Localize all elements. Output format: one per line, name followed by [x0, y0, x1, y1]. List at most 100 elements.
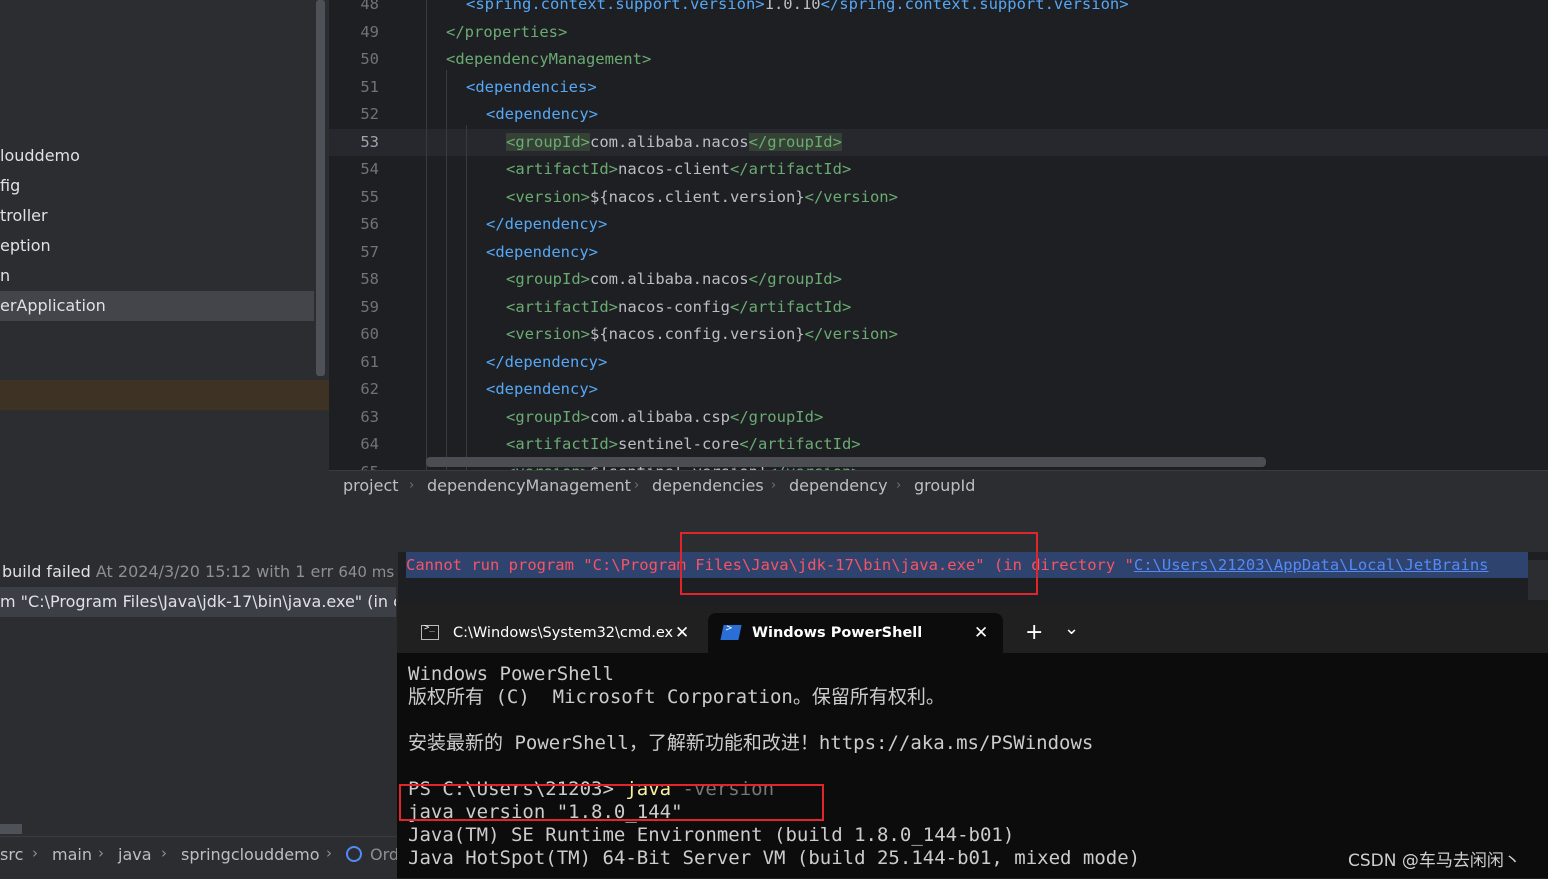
line-number: 60: [360, 325, 379, 343]
path-java[interactable]: java: [118, 845, 152, 864]
code-text: <dependency>: [486, 239, 598, 267]
close-icon[interactable]: ✕: [675, 613, 689, 653]
line-number: 65: [329, 459, 379, 471]
code-text: <dependency>: [486, 376, 598, 404]
xml-tag: </groupId>: [748, 132, 842, 151]
breadcrumb-separator: ›: [409, 478, 415, 493]
code-text: <spring.context.support.version>1.0.10</…: [466, 0, 1129, 19]
line-number: 61: [360, 352, 379, 371]
path-springclouddemo[interactable]: springclouddemo: [181, 845, 320, 864]
code-line: 48 <spring.context.support.version>1.0.10…: [329, 0, 1548, 19]
xml-tag: <groupId>: [506, 132, 590, 151]
tree-item[interactable]: erApplication: [0, 291, 314, 321]
indent-guide: [446, 70, 447, 470]
tree-item[interactable]: eption: [0, 231, 51, 261]
breadcrumb-dependencies[interactable]: dependencies: [652, 471, 764, 501]
build-error-item[interactable]: m "C:\Program Files\Java\jdk-17\bin\java…: [0, 587, 396, 617]
xml-tag: </properties>: [446, 22, 568, 41]
tab-powershell-label: Windows PowerShell: [752, 625, 923, 641]
error-path-link[interactable]: C:\Users\21203\AppData\Local\JetBrains: [1134, 556, 1489, 574]
code-line: 63 <groupId>com.alibaba.csp</groupId>: [329, 404, 1548, 432]
line-number: 53: [360, 132, 379, 151]
annotation-box-java-path: [680, 532, 1038, 595]
xml-text: 1.0.10: [764, 0, 821, 13]
watermark: CSDN @车马去闲闲丶: [1348, 851, 1521, 871]
code-line: 54 <artifactId>nacos-client</artifactId>: [329, 156, 1548, 184]
indent-guide: [466, 125, 467, 470]
xml-text: ${nacos.client.version}: [590, 187, 805, 206]
path-src[interactable]: src: [0, 845, 23, 864]
build-status-row[interactable]: build failed At 2024/3/20 15:12 with 1 e…: [0, 557, 398, 587]
breadcrumb-dependency[interactable]: dependency: [789, 471, 888, 501]
new-tab-button[interactable]: +: [1025, 613, 1043, 653]
cmd-icon: >_: [421, 623, 439, 640]
terminal-output[interactable]: Windows PowerShell 版权所有 (C) Microsoft Co…: [397, 653, 1548, 878]
breadcrumb-groupid[interactable]: groupId: [914, 471, 975, 501]
code-line: 59 <artifactId>nacos-config</artifactId>: [329, 294, 1548, 322]
tab-cmd[interactable]: >_ C:\Windows\System32\cmd.ex ✕: [405, 613, 707, 653]
path-main[interactable]: main: [52, 845, 92, 864]
xml-tag: </dependency>: [486, 215, 608, 233]
xml-text: com.alibaba.nacos: [590, 132, 749, 151]
status-bar-path: src › main › java › springclouddemo › Or…: [0, 836, 399, 879]
code-line: 50 <dependencyManagement>: [329, 46, 1548, 74]
xml-tag: </version>: [804, 187, 898, 206]
tree-item[interactable]: louddemo: [0, 141, 80, 171]
code-text: <version>${nacos.client.version}</versio…: [506, 184, 898, 212]
path-separator: ›: [326, 844, 332, 862]
xml-tag: </version>: [804, 325, 898, 343]
code-line: 61 </dependency>: [329, 349, 1548, 377]
line-number: 63: [360, 407, 379, 426]
windows-terminal: >_ C:\Windows\System32\cmd.ex ✕ > Window…: [397, 603, 1548, 878]
xml-tag: </artifactId>: [729, 160, 852, 178]
xml-tag: <groupId>: [506, 270, 590, 288]
code-editor[interactable]: 48 <spring.context.support.version>1.0.10…: [329, 0, 1548, 470]
path-class[interactable]: Ord: [370, 845, 399, 864]
xml-tag: <dependency>: [486, 242, 598, 261]
right-gutter: [1528, 560, 1548, 600]
class-icon: [346, 846, 362, 862]
tree-scrollbar[interactable]: [316, 0, 325, 376]
line-number: 51: [360, 77, 379, 96]
code-line: 51 <dependencies>: [329, 74, 1548, 102]
build-status-label: build failed: [2, 562, 91, 581]
xml-tag: <spring.context.support.version>: [466, 0, 765, 13]
build-scrollbar[interactable]: [0, 824, 22, 834]
code-line: 53 <groupId>com.alibaba.nacos</groupId>: [329, 128, 1548, 156]
close-icon[interactable]: ✕: [974, 613, 988, 653]
xml-tag: </artifactId>: [729, 297, 852, 316]
line-number: 58: [360, 270, 379, 288]
tree-item[interactable]: fig: [0, 171, 20, 201]
editor-horizontal-scrollbar[interactable]: [426, 457, 1266, 467]
code-line: 52 <dependency>: [329, 101, 1548, 129]
xml-tag: <dependency>: [486, 380, 598, 398]
code-text: <dependencies>: [466, 74, 597, 102]
terminal-line: 版权所有 (C) Microsoft Corporation。保留所有权利。: [408, 686, 945, 708]
breadcrumb-project[interactable]: project: [343, 471, 399, 501]
line-number: 48: [360, 0, 379, 13]
code-text: </dependency>: [486, 211, 607, 239]
code-text: <artifactId>sentinel-core</artifactId>: [506, 431, 861, 459]
breadcrumb-dependency-management[interactable]: dependencyManagement: [427, 471, 631, 501]
annotation-box-java-version: [399, 784, 824, 821]
tab-powershell[interactable]: > Windows PowerShell ✕: [708, 613, 1003, 653]
code-text: <artifactId>nacos-config</artifactId>: [506, 294, 851, 322]
tree-item[interactable]: n: [0, 261, 10, 291]
terminal-line: Java HotSpot(TM) 64-Bit Server VM (build…: [408, 847, 1141, 869]
xml-tag: <artifactId>: [506, 435, 618, 453]
code-line: 64 <artifactId>sentinel-core</artifactId>: [329, 431, 1548, 459]
code-text: <dependencyManagement>: [446, 46, 651, 74]
terminal-line: Windows PowerShell: [408, 663, 614, 685]
code-line: 62 <dependency>: [329, 376, 1548, 404]
xml-text: com.alibaba.csp: [590, 407, 730, 426]
terminal-line: 安装最新的 PowerShell，了解新功能和改进！https://aka.ms…: [408, 732, 1094, 754]
chevron-down-icon[interactable]: ⌄: [1064, 609, 1079, 649]
breadcrumb-separator: ›: [896, 478, 902, 493]
tree-item[interactable]: troller: [0, 201, 48, 231]
line-number: 59: [360, 297, 379, 316]
code-text: </dependency>: [486, 349, 607, 377]
xml-tag: <artifactId>: [506, 160, 618, 178]
xml-tag: <version>: [506, 325, 590, 343]
code-line: 56 </dependency>: [329, 211, 1548, 239]
line-number: 57: [360, 242, 379, 261]
